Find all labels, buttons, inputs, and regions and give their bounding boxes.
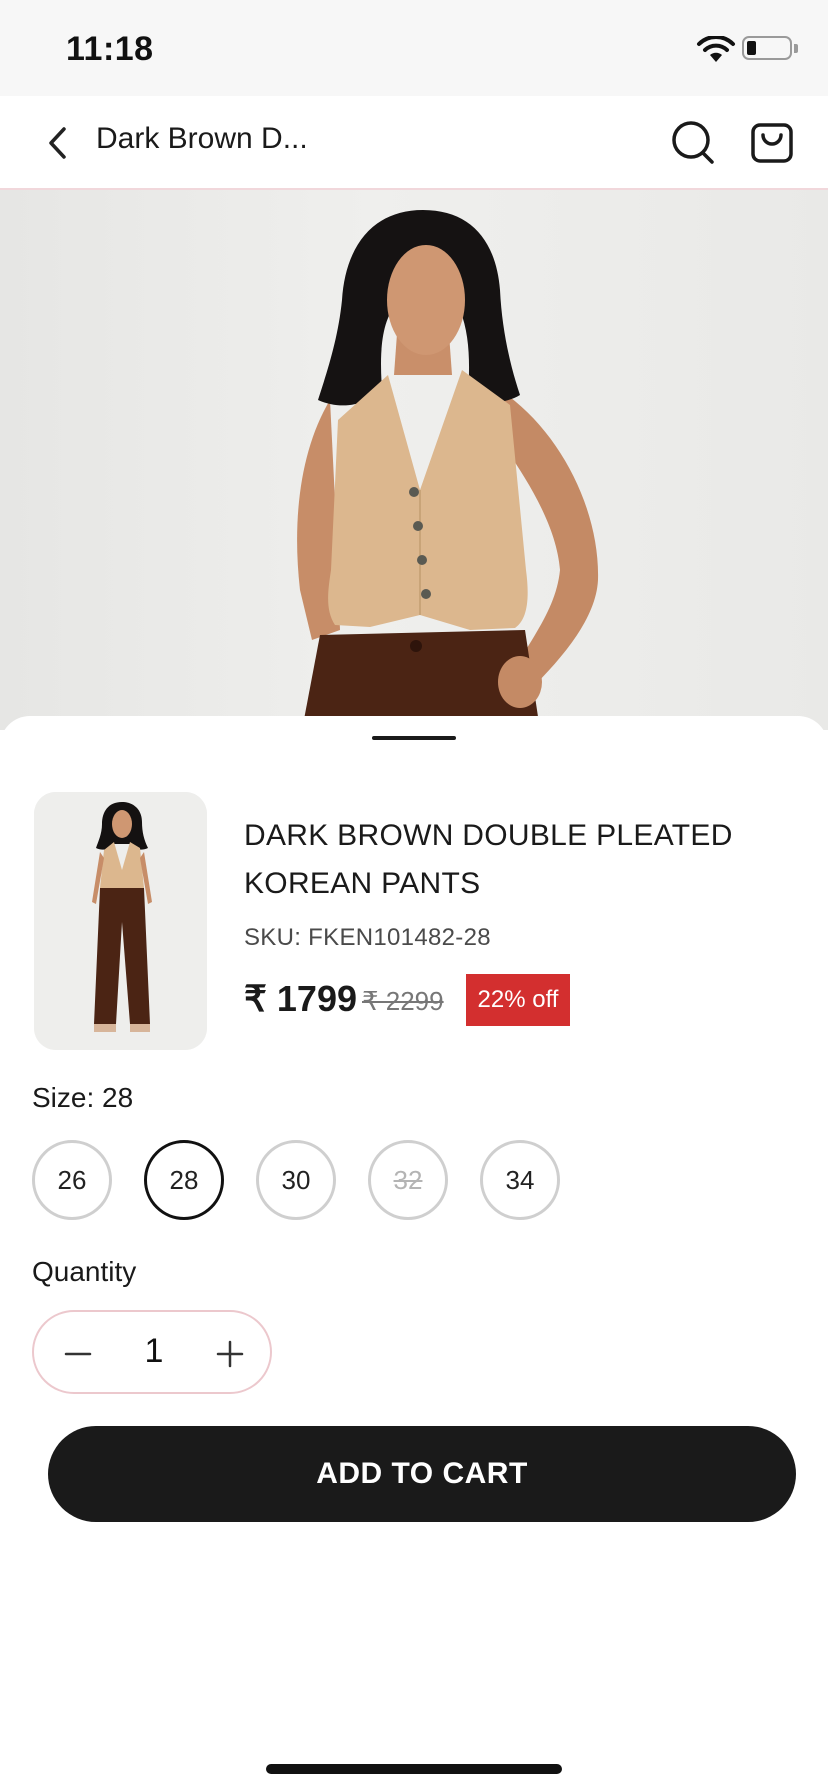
- sheet-handle[interactable]: [372, 736, 456, 740]
- quantity-stepper: 1: [32, 1310, 272, 1394]
- product-price: ₹ 1799: [244, 978, 357, 1019]
- minus-icon[interactable]: [56, 1332, 100, 1376]
- status-time: 11:18: [66, 30, 154, 68]
- size-option-34[interactable]: 34: [480, 1140, 560, 1220]
- size-option-32[interactable]: 32: [368, 1140, 448, 1220]
- size-option-28[interactable]: 28: [144, 1140, 224, 1220]
- discount-badge: 22% off: [466, 974, 570, 1026]
- quantity-label: Quantity: [32, 1256, 137, 1287]
- battery-cap: [794, 44, 798, 53]
- size-label: Size: 28: [32, 1082, 134, 1113]
- chevron-left-icon: [49, 127, 66, 159]
- home-indicator: [266, 1764, 562, 1774]
- size-option-30[interactable]: 30: [256, 1140, 336, 1220]
- product-sku: SKU: FKEN101482-28: [244, 924, 491, 951]
- thumbnail-illustration: [34, 792, 207, 1050]
- nav-bar: Dark Brown D...: [0, 96, 828, 190]
- size-option-label: 30: [281, 1164, 311, 1195]
- size-option-label: 34: [505, 1164, 535, 1195]
- plus-icon[interactable]: [208, 1332, 252, 1376]
- size-option-26[interactable]: 26: [32, 1140, 112, 1220]
- model-illustration: [297, 210, 599, 730]
- product-thumbnail: [34, 792, 207, 1050]
- shopping-bag-icon[interactable]: [746, 116, 798, 168]
- product-mrp: ₹ 2299: [362, 986, 444, 1016]
- page-title: Dark Brown D...: [96, 122, 308, 155]
- quantity-value: 1: [144, 1332, 164, 1370]
- product-sheet: DARK BROWN DOUBLE PLEATED KOREAN PANTS S…: [0, 716, 828, 1792]
- product-name: DARK BROWN DOUBLE PLEATED KOREAN PANTS: [244, 819, 733, 900]
- wifi-icon: [697, 36, 735, 62]
- size-option-label: 26: [57, 1164, 87, 1195]
- status-bar: 11:18: [0, 0, 828, 96]
- battery-icon: [742, 36, 792, 60]
- add-to-cart-button[interactable]: ADD TO CART: [48, 1426, 796, 1522]
- size-option-label: 28: [169, 1164, 199, 1195]
- product-hero-image[interactable]: [0, 190, 828, 730]
- back-button[interactable]: [36, 120, 80, 166]
- search-icon[interactable]: [668, 116, 718, 168]
- size-option-label: 32: [393, 1164, 423, 1195]
